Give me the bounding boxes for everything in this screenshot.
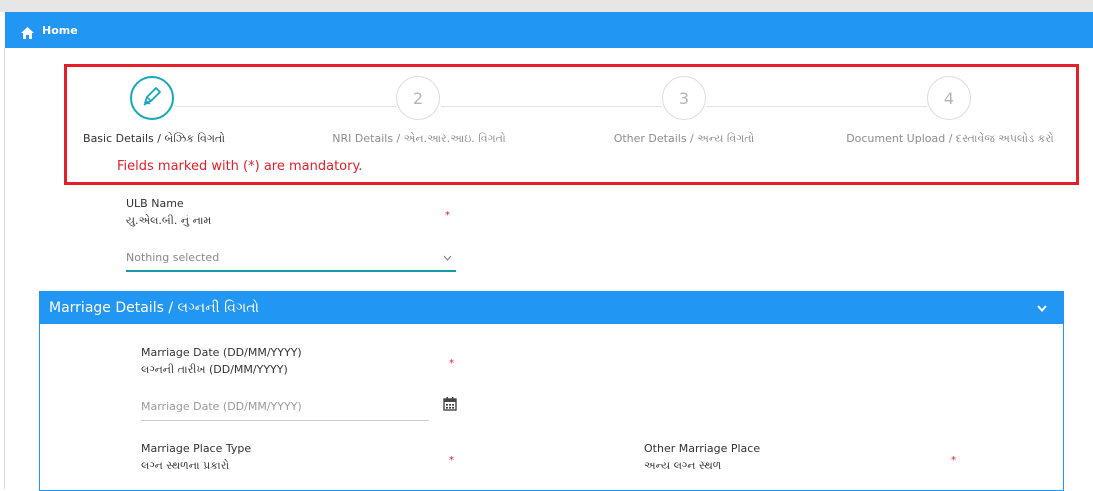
step-4-circle[interactable]: 4 [927,76,971,120]
required-marker: * [445,210,450,221]
step-3-label[interactable]: Other Details / અન્ય વિગતો [614,132,755,146]
pencil-icon [141,85,163,111]
step-1-label[interactable]: Basic Details / બેઝિક વિગતો [83,132,225,146]
marriage-date-label-gu: લગ્નની તારીખ (DD/MM/YYYY) [141,363,288,376]
other-place-label-en: Other Marriage Place [644,442,761,455]
calendar-icon[interactable] [443,396,457,411]
mandatory-note: Fields marked with (*) are mandatory. [117,159,363,174]
required-marker: * [951,455,956,466]
place-type-label-gu: લગ્ન સ્થળના પ્રકારો [141,459,230,472]
ulb-label-en: ULB Name [126,197,184,210]
collapse-chevron-icon[interactable] [1037,301,1047,315]
step-1-circle[interactable] [130,76,174,120]
home-link[interactable]: Home [42,24,78,37]
home-icon[interactable] [21,24,34,39]
step-2-label[interactable]: NRI Details / એન.આર.આઇ. વિગતો [332,132,505,146]
top-navbar: Home [5,12,1093,48]
marriage-date-label-en: Marriage Date (DD/MM/YYYY) [141,346,302,359]
marriage-details-header[interactable]: Marriage Details / લગ્નની વિગતો [40,292,1063,324]
ulb-select-value: Nothing selected [126,250,220,264]
step-4-label[interactable]: Document Upload / દસ્તાવેજ અપલોડ કરો [846,132,1054,146]
marriage-date-input[interactable]: Marriage Date (DD/MM/YYYY) [141,393,429,421]
step-3-circle[interactable]: 3 [662,76,706,120]
chevron-down-icon [443,251,452,264]
other-place-label-gu: અન્ય લગ્ન સ્થળ [644,459,722,472]
required-marker: * [449,358,454,369]
ulb-label-gu: યુ.એલ.બી. નું નામ [126,214,212,227]
top-gap [0,0,1093,12]
step-connector [441,106,662,107]
step-connector [706,106,927,107]
place-type-label-en: Marriage Place Type [141,442,252,455]
required-marker: * [449,455,454,466]
panel-title: Marriage Details / લગ્નની વિગતો [49,300,259,316]
ulb-select[interactable]: Nothing selected [126,244,456,272]
marriage-date-placeholder: Marriage Date (DD/MM/YYYY) [141,400,302,413]
step-connector [175,106,396,107]
page-left-border [4,48,5,489]
step-2-circle[interactable]: 2 [396,76,440,120]
